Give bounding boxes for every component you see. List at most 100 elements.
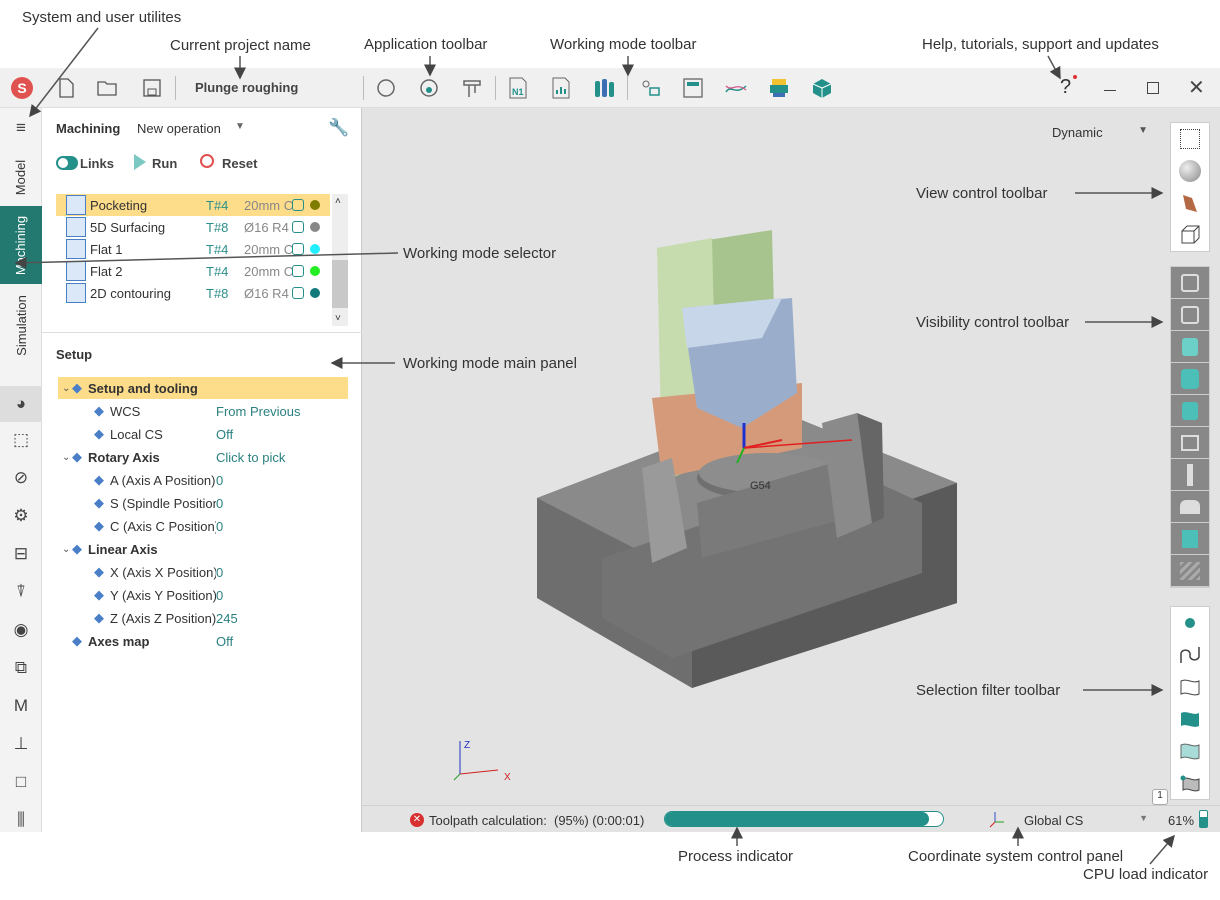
maximize-button[interactable] <box>1147 82 1159 94</box>
operation-color-dot[interactable] <box>310 200 320 210</box>
operation-row[interactable]: Flat 1 T#4 20mm C <box>56 238 330 260</box>
3d-viewport[interactable]: Dynamic ▼ G54 Z X 1 <box>362 108 1220 805</box>
close-button[interactable]: ✕ <box>1188 75 1205 100</box>
spindle-visibility-icon[interactable] <box>1171 331 1209 363</box>
tree-item-value[interactable]: From Previous <box>216 404 301 419</box>
chevron-down-icon[interactable]: ⌄ <box>58 383 72 394</box>
part-visibility-icon[interactable] <box>1171 395 1209 427</box>
nc-program-icon[interactable]: N1 <box>506 76 530 100</box>
holder-icon[interactable] <box>460 76 484 100</box>
tab-model[interactable]: Model <box>0 148 42 206</box>
tree-item-value[interactable]: 0 <box>216 588 223 603</box>
operation-color-dot[interactable] <box>310 288 320 298</box>
tools-icon[interactable] <box>592 76 616 100</box>
operation-row[interactable]: 2D contouring T#8 Ø16 R4 <box>56 282 330 304</box>
cancel-calculation-icon[interactable]: ✕ <box>410 813 424 827</box>
view-mode-dropdown[interactable]: Dynamic ▼ <box>1052 125 1148 140</box>
print-setup-icon[interactable] <box>767 76 791 100</box>
setup-tree-row[interactable]: ◆ A (Axis A Position) 0 <box>58 469 348 491</box>
open-folder-icon[interactable] <box>96 76 120 100</box>
tool-visibility-icon[interactable] <box>1171 459 1209 491</box>
tree-item-value[interactable]: 0 <box>216 565 223 580</box>
setup-tree-row[interactable]: ◆ Local CS Off <box>58 423 348 445</box>
app-logo-icon[interactable]: S <box>10 76 34 100</box>
point-filter-icon[interactable] <box>1171 607 1209 639</box>
setup-tree-row[interactable]: ⌄ ◆ Setup and tooling <box>58 377 348 399</box>
operation-color-dot[interactable] <box>310 244 320 254</box>
operations-scrollbar[interactable]: ˄ ˅ <box>332 194 348 326</box>
workpiece-visibility-icon[interactable] <box>1171 491 1209 523</box>
setup-tree-row[interactable]: ◆ Axes map Off <box>58 630 348 652</box>
operation-color-dot[interactable] <box>310 266 320 276</box>
operation-row[interactable]: 5D Surfacing T#8 Ø16 R4 <box>56 216 330 238</box>
setup-tree-row[interactable]: ◆ Z (Axis Z Position) 245 <box>58 607 348 629</box>
selection-box-icon[interactable]: ⬚ <box>9 428 33 452</box>
fixture-visibility-icon[interactable] <box>1171 427 1209 459</box>
chevron-down-icon[interactable]: ⌄ <box>58 452 72 463</box>
gear-icon[interactable]: ⚙ <box>9 504 33 528</box>
reset-icon[interactable] <box>200 154 214 168</box>
reset-button[interactable]: Reset <box>222 156 257 171</box>
machine-model[interactable] <box>512 218 972 698</box>
fit-view-icon[interactable] <box>1171 123 1209 155</box>
minimize-button[interactable] <box>1104 90 1116 91</box>
toolpath-visibility-icon[interactable] <box>1171 555 1209 587</box>
hamburger-menu-icon[interactable]: ≡ <box>9 116 33 140</box>
tree-item-value[interactable]: 245 <box>216 611 238 626</box>
tool-library-icon[interactable] <box>417 76 441 100</box>
setup-tree-row[interactable]: ◆ S (Spindle Position) 0 <box>58 492 348 514</box>
wcs-icon[interactable]: ◕ <box>9 392 33 416</box>
machine-visibility-icon[interactable] <box>1171 267 1209 299</box>
tree-item-value[interactable]: Click to pick <box>216 450 285 465</box>
square-icon[interactable]: □ <box>9 770 33 794</box>
blocks-icon[interactable]: ⧉ <box>9 656 33 680</box>
new-file-icon[interactable] <box>54 76 78 100</box>
tab-machining[interactable]: Machining <box>0 206 42 284</box>
feed-chart-icon[interactable] <box>724 76 748 100</box>
macro-icon[interactable]: M <box>9 694 33 718</box>
face-filter-icon[interactable] <box>1171 703 1209 735</box>
run-icon[interactable] <box>134 154 146 170</box>
operation-row[interactable]: Pocketing T#4 20mm C <box>56 194 330 216</box>
tree-item-value[interactable]: Off <box>216 634 233 649</box>
render-sphere-icon[interactable] <box>1171 155 1209 187</box>
surface-filter-icon[interactable] <box>1171 671 1209 703</box>
simulation-cube-icon[interactable] <box>810 76 834 100</box>
setup-tree-row[interactable]: ⌄ ◆ Linear Axis <box>58 538 348 560</box>
operation-color-dot[interactable] <box>310 222 320 232</box>
curve-filter-icon[interactable] <box>1171 639 1209 671</box>
tree-item-value[interactable]: 0 <box>216 473 223 488</box>
wireframe-cube-icon[interactable] <box>1171 219 1209 251</box>
tree-item-value[interactable]: 0 <box>216 519 223 534</box>
help-button[interactable]: ? <box>1060 76 1071 99</box>
shaded-icon[interactable] <box>1171 187 1209 219</box>
vertex-surface-filter-icon[interactable] <box>1171 767 1209 799</box>
setup-tree-row[interactable]: ◆ X (Axis X Position) 0 <box>58 561 348 583</box>
save-icon[interactable] <box>140 76 164 100</box>
tool-icon[interactable]: ⍒ <box>9 580 33 604</box>
report-icon[interactable] <box>549 76 573 100</box>
links-mode-icon[interactable] <box>638 76 662 100</box>
clamp-visibility-icon[interactable] <box>1171 523 1209 555</box>
body-filter-icon[interactable] <box>1171 735 1209 767</box>
setup-tree-row[interactable]: ⌄ ◆ Rotary Axis Click to pick <box>58 446 348 468</box>
machine-setup-icon[interactable] <box>374 76 398 100</box>
calculator-icon[interactable] <box>681 76 705 100</box>
spindle-icon[interactable]: ◉ <box>9 618 33 642</box>
tree-item-value[interactable]: 0 <box>216 496 223 511</box>
tab-simulation[interactable]: Simulation <box>0 284 42 366</box>
tree-item-value[interactable]: Off <box>216 427 233 442</box>
run-button[interactable]: Run <box>152 156 177 171</box>
stock-visibility-icon[interactable] <box>1171 363 1209 395</box>
columns-icon[interactable]: ⫼ <box>9 808 33 832</box>
coordinate-system-dropdown[interactable]: Global CS ▼ <box>1024 813 1148 828</box>
setup-tree-row[interactable]: ◆ WCS From Previous <box>58 400 348 422</box>
chevron-down-icon[interactable]: ⌄ <box>58 544 72 555</box>
operation-row[interactable]: Flat 2 T#4 20mm C <box>56 260 330 282</box>
compass-icon[interactable]: ⊘ <box>9 466 33 490</box>
holder-visibility-icon[interactable] <box>1171 299 1209 331</box>
fixture-icon[interactable]: ⊥ <box>9 732 33 756</box>
setup-tree-row[interactable]: ◆ Y (Axis Y Position) 0 <box>58 584 348 606</box>
new-operation-dropdown[interactable]: New operation ▼ <box>137 121 252 136</box>
links-toggle[interactable] <box>56 156 78 170</box>
